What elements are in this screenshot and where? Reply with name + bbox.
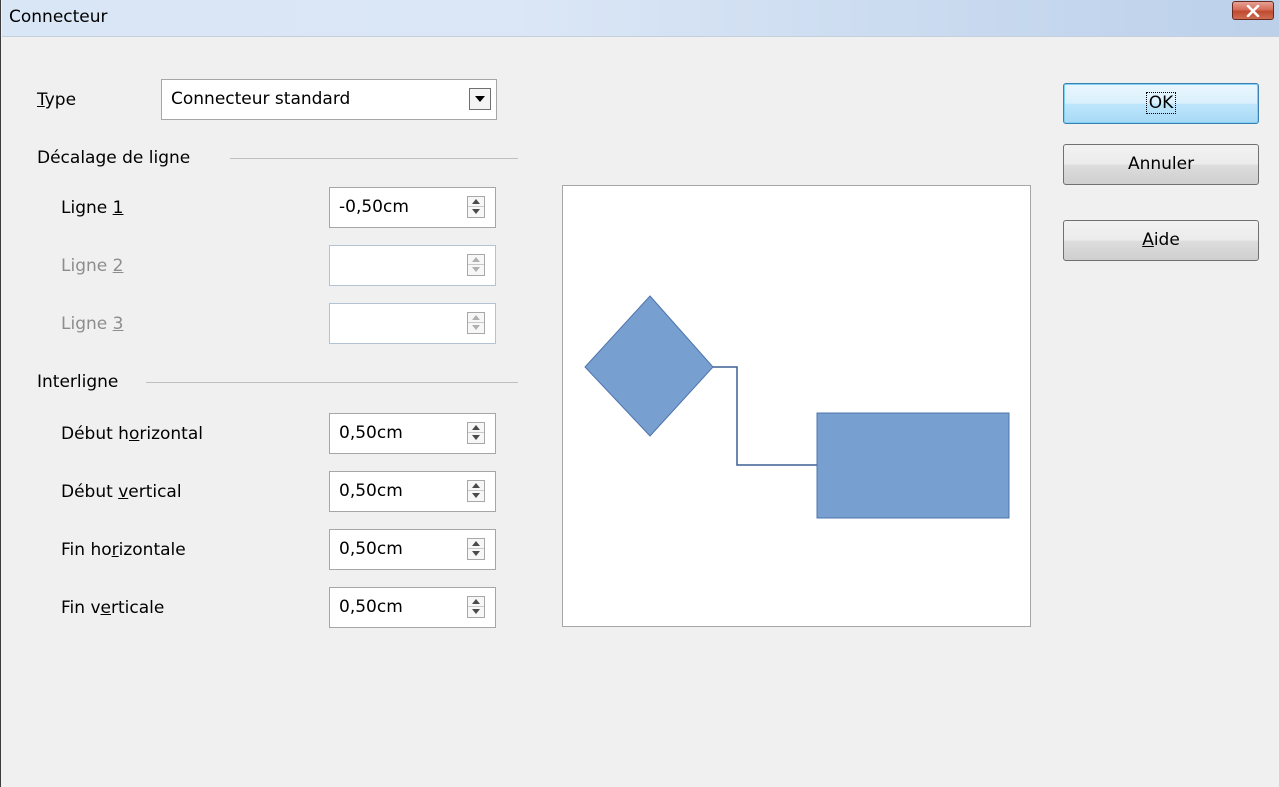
window-title: Connecteur [9,7,108,27]
spin-up-icon[interactable] [472,599,480,604]
spin-up-icon[interactable] [472,483,480,488]
end-vertical-spinner[interactable]: 0,50cm [329,587,496,628]
connector-line [713,366,817,466]
close-icon [1246,5,1260,17]
line-1-spinner[interactable]: -0,50cm [329,187,496,228]
spin-up-icon[interactable] [472,425,480,430]
rectangle-shape [816,412,1010,519]
end-horizontal-spinner[interactable]: 0,50cm [329,529,496,570]
cancel-button-label: Annuler [1127,154,1195,174]
start-vertical-label: Début vertical [61,482,182,502]
spacing-separator [146,382,518,383]
line-1-value: -0,50cm [339,197,409,217]
start-vertical-spinner[interactable]: 0,50cm [329,471,496,512]
start-horizontal-stepper[interactable] [467,422,485,444]
help-button-label: Aide [1142,230,1180,250]
spin-down-icon[interactable] [472,435,480,440]
spin-down-icon [472,325,480,330]
line-2-stepper [467,254,485,276]
type-select[interactable]: Connecteur standard [161,79,497,120]
line-offset-heading: Décalage de ligne [37,148,191,168]
line-2-label: Ligne 2 [61,256,124,276]
spin-down-icon [472,267,480,272]
ok-button[interactable]: OK [1063,83,1259,124]
close-button[interactable] [1232,1,1274,20]
spin-up-icon [472,257,480,262]
spin-up-icon [472,315,480,320]
end-horizontal-stepper[interactable] [467,538,485,560]
connector-dialog: Connecteur Type Connecteur standard Déca… [0,0,1279,787]
start-horizontal-value: 0,50cm [339,423,403,443]
line-3-label: Ligne 3 [61,314,124,334]
diamond-shape [584,295,714,437]
cancel-button[interactable]: Annuler [1063,144,1259,185]
end-horizontal-value: 0,50cm [339,539,403,559]
spin-down-icon[interactable] [472,493,480,498]
start-vertical-value: 0,50cm [339,481,403,501]
spin-down-icon[interactable] [472,551,480,556]
connector-preview [562,185,1031,627]
type-select-value: Connecteur standard [171,89,351,109]
line-3-stepper [467,312,485,334]
spin-up-icon[interactable] [472,199,480,204]
spin-down-icon[interactable] [472,609,480,614]
type-label: Type [37,90,77,110]
preview-canvas [584,295,1010,519]
line-2-spinner [329,245,496,286]
start-horizontal-label: Début horizontal [61,424,203,444]
end-horizontal-label: Fin horizontale [61,540,186,560]
chevron-down-icon[interactable] [469,88,491,110]
line-1-label: Ligne 1 [61,198,124,218]
spacing-heading: Interligne [37,372,119,392]
start-horizontal-spinner[interactable]: 0,50cm [329,413,496,454]
end-vertical-value: 0,50cm [339,597,403,617]
start-vertical-stepper[interactable] [467,480,485,502]
line-offset-separator [230,158,518,159]
end-vertical-label: Fin verticale [61,598,165,618]
help-button[interactable]: Aide [1063,220,1259,261]
ok-button-label: OK [1145,92,1177,114]
spin-up-icon[interactable] [472,541,480,546]
spin-down-icon[interactable] [472,209,480,214]
title-bar: Connecteur [2,0,1279,37]
line-1-stepper[interactable] [467,196,485,218]
line-3-spinner [329,303,496,344]
end-vertical-stepper[interactable] [467,596,485,618]
